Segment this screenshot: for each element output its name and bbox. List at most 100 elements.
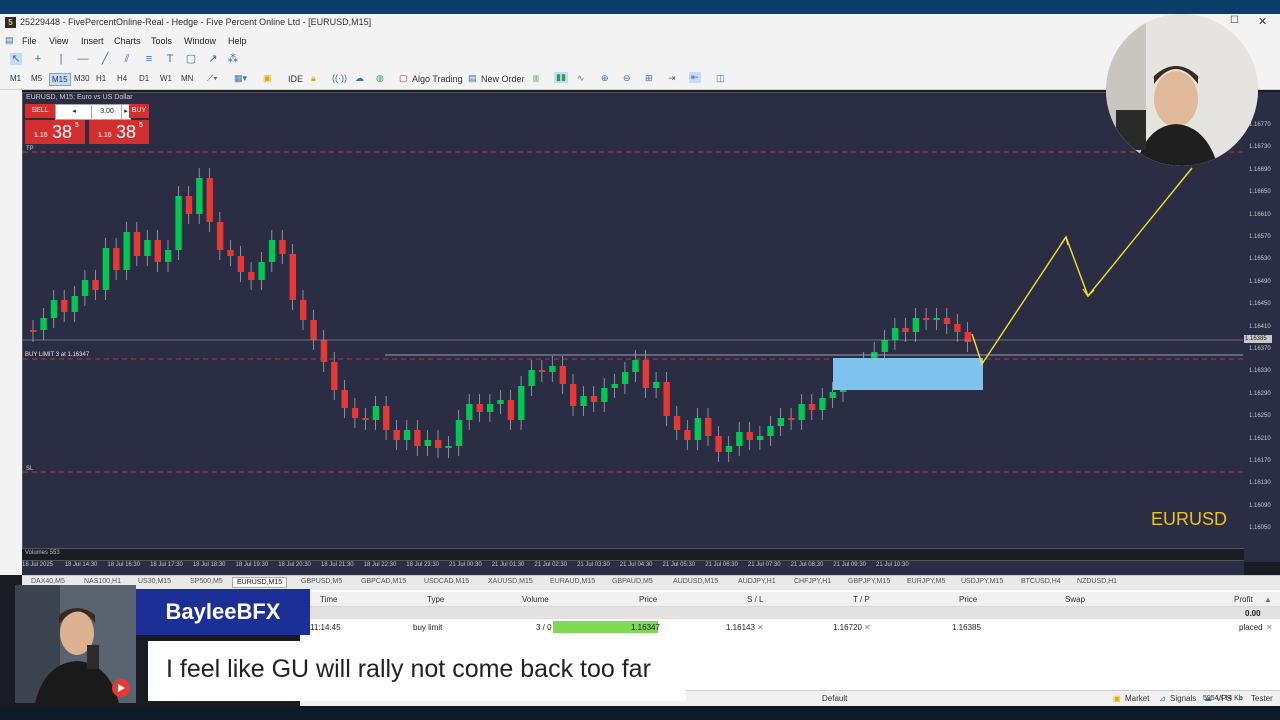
- tester-tab[interactable]: Tester: [1251, 694, 1273, 703]
- sl-label: SL: [26, 466, 34, 472]
- candle: [902, 328, 909, 332]
- sell-price-sup: 5: [75, 122, 79, 129]
- candle: [289, 254, 296, 300]
- sell-button[interactable]: SELL: [25, 104, 55, 118]
- candle: [601, 388, 608, 402]
- order-sl[interactable]: 1.16143: [726, 623, 755, 632]
- candle: [746, 432, 753, 440]
- candle: [933, 318, 940, 320]
- market-icon[interactable]: ▣: [1113, 694, 1121, 703]
- chart-tab[interactable]: AUDJPY,H1: [734, 577, 780, 586]
- candle: [507, 400, 515, 420]
- chart-tab[interactable]: SP500,M5: [186, 577, 227, 586]
- connection-traffic: 5954 / 14 Kb: [1203, 695, 1243, 702]
- candle: [237, 256, 245, 272]
- one-click-trade-panel: SELL ◂ 3.00 ▸ BUY 1.16 38 5 1.16 38 5: [25, 104, 149, 144]
- cancel-order-icon[interactable]: ✕: [1266, 623, 1273, 632]
- sell-price-pips: 38: [52, 122, 73, 142]
- col-time[interactable]: Time: [320, 595, 337, 604]
- buy-price-prefix: 1.16: [98, 132, 112, 139]
- time-axis-label: 21 Jul 00:30: [449, 562, 482, 568]
- chart-tab[interactable]: GBPCAD,M15: [357, 577, 410, 586]
- time-axis-label: 18 Jul 18:30: [192, 562, 226, 568]
- chart-tab[interactable]: GBPJPY,M15: [844, 577, 894, 586]
- price-axis-label: 1.16410: [1249, 323, 1271, 330]
- sell-price-box[interactable]: 1.16 38 5: [25, 120, 85, 144]
- chart-tab[interactable]: US30,M15: [134, 577, 175, 586]
- chart-tab[interactable]: XAUUSD,M15: [484, 577, 537, 586]
- buy-limit-label[interactable]: BUY LIMIT 3 at 1.16347: [25, 352, 89, 358]
- terminal-header: [300, 592, 1280, 607]
- candle: [300, 300, 307, 320]
- chart-tab[interactable]: USDJPY,M15: [957, 577, 1007, 586]
- lot-size-input[interactable]: 3.00: [91, 104, 123, 120]
- sort-icon[interactable]: ▲: [1264, 595, 1272, 604]
- lot-down-icon[interactable]: ◂: [55, 104, 93, 120]
- candle: [362, 418, 369, 420]
- col-volume[interactable]: Volume: [522, 595, 549, 604]
- price-axis-label: 1.16370: [1249, 346, 1271, 352]
- candle: [518, 386, 525, 420]
- candle: [673, 416, 681, 430]
- signals-tab[interactable]: Signals: [1170, 694, 1196, 703]
- buy-price-box[interactable]: 1.16 38 5: [89, 120, 149, 144]
- chart-tab[interactable]: AUDUSD,M15: [669, 577, 722, 586]
- candle: [92, 280, 99, 290]
- time-axis-label: 18 Jul 20:30: [278, 562, 311, 568]
- price-axis-label: 1.16490: [1249, 278, 1271, 285]
- candle: [414, 430, 421, 446]
- candle: [891, 328, 899, 340]
- col-current-price[interactable]: Price: [959, 595, 977, 604]
- chart-tab[interactable]: NZDUSD,H1: [1073, 577, 1121, 586]
- chart-tab[interactable]: BTCUSD,H4: [1017, 577, 1065, 586]
- candle: [632, 360, 639, 372]
- price-axis-label: 1.16610: [1249, 211, 1271, 218]
- demand-zone: [833, 358, 983, 390]
- profile-name[interactable]: Default: [822, 694, 847, 703]
- candle: [341, 390, 348, 408]
- candle: [40, 318, 47, 330]
- time-axis-label: 18 Jul 21:30: [320, 562, 354, 568]
- candle: [445, 446, 452, 448]
- candle: [50, 300, 58, 318]
- order-status: placed: [1239, 623, 1263, 632]
- remove-sl-icon[interactable]: ✕: [757, 623, 764, 632]
- candle: [372, 406, 380, 420]
- candle: [705, 418, 712, 436]
- sell-price-prefix: 1.16: [34, 132, 48, 139]
- candle: [538, 370, 546, 372]
- order-row[interactable]: [300, 620, 1280, 634]
- chart-tab[interactable]: CHFJPY,H1: [790, 577, 835, 586]
- col-profit[interactable]: Profit: [1234, 595, 1253, 604]
- col-tp[interactable]: T / P: [853, 595, 870, 604]
- time-axis-label: 21 Jul 06:30: [705, 562, 738, 568]
- candle: [133, 232, 141, 256]
- candle: [590, 396, 598, 402]
- chart-tab[interactable]: EURUSD,M15: [232, 577, 288, 588]
- candle: [663, 382, 670, 416]
- remove-tp-icon[interactable]: ✕: [864, 623, 871, 632]
- order-tp[interactable]: 1.16720: [833, 623, 862, 632]
- candles-group: [30, 168, 971, 462]
- candle: [393, 430, 400, 440]
- candle: [954, 324, 961, 332]
- market-tab[interactable]: Market: [1125, 694, 1149, 703]
- col-price[interactable]: Price: [639, 595, 657, 604]
- projection-path: [971, 167, 1193, 366]
- time-axis-label: 18 Jul 23:30: [406, 562, 439, 568]
- chart-tab[interactable]: GBPUSD,M5: [297, 577, 346, 586]
- buy-button[interactable]: BUY: [129, 104, 149, 118]
- col-type[interactable]: Type: [427, 595, 444, 604]
- candle: [476, 404, 483, 412]
- col-sl[interactable]: S / L: [747, 595, 763, 604]
- chart-tab[interactable]: EURAUD,M15: [546, 577, 599, 586]
- chart-tab[interactable]: EURJPY,M5: [903, 577, 949, 586]
- chart-tab[interactable]: USDCAD,M15: [420, 577, 473, 586]
- signals-icon[interactable]: ⊿: [1159, 694, 1166, 703]
- candle: [175, 196, 182, 250]
- price-axis-label: 1.16330: [1249, 368, 1271, 375]
- col-swap[interactable]: Swap: [1065, 595, 1085, 604]
- presenter-name-box: BayleeBFX: [136, 589, 310, 635]
- candle: [715, 436, 722, 452]
- chart-tab[interactable]: GBPAUD,M5: [608, 577, 657, 586]
